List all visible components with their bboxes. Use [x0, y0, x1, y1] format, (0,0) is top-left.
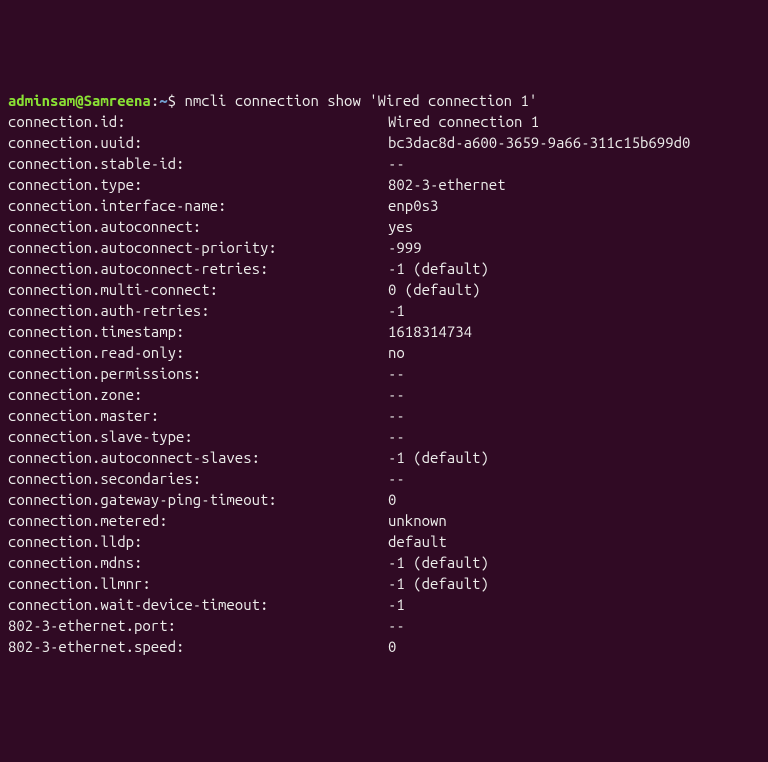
output-key: connection.wait-device-timeout:: [8, 594, 388, 615]
output-row: connection.mdns:-1 (default): [8, 552, 760, 573]
output-value: --: [388, 615, 405, 636]
output-row: connection.secondaries:--: [8, 468, 760, 489]
output-row: connection.timestamp:1618314734: [8, 321, 760, 342]
output-key: connection.secondaries:: [8, 468, 388, 489]
output-key: connection.autoconnect-retries:: [8, 258, 388, 279]
output-key: connection.auth-retries:: [8, 300, 388, 321]
output-key: connection.read-only:: [8, 342, 388, 363]
output-key: connection.timestamp:: [8, 321, 388, 342]
output-key: connection.autoconnect:: [8, 216, 388, 237]
prompt-path: ~: [159, 92, 167, 109]
prompt-dollar: $: [168, 92, 185, 109]
output-key: connection.uuid:: [8, 132, 388, 153]
output-row: connection.gateway-ping-timeout:0: [8, 489, 760, 510]
output-value: --: [388, 468, 405, 489]
output-row: connection.metered:unknown: [8, 510, 760, 531]
output-key: connection.id:: [8, 111, 388, 132]
output-key: connection.permissions:: [8, 363, 388, 384]
output-value: -1 (default): [388, 573, 489, 594]
output-value: default: [388, 531, 447, 552]
output-row: connection.autoconnect-retries:-1 (defau…: [8, 258, 760, 279]
output-value: no: [388, 342, 405, 363]
output-key: connection.gateway-ping-timeout:: [8, 489, 388, 510]
output-row: 802-3-ethernet.speed:0: [8, 636, 760, 657]
output-value: 0: [388, 636, 396, 657]
output-row: connection.interface-name:enp0s3: [8, 195, 760, 216]
output-key: connection.stable-id:: [8, 153, 388, 174]
output-key: connection.type:: [8, 174, 388, 195]
prompt-sep: :: [151, 92, 159, 109]
output-row: connection.id:Wired connection 1: [8, 111, 760, 132]
output-row: connection.wait-device-timeout:-1: [8, 594, 760, 615]
output-value: bc3dac8d-a600-3659-9a66-311c15b699d0: [388, 132, 690, 153]
terminal[interactable]: adminsam@Samreena:~$ nmcli connection sh…: [8, 90, 760, 657]
output-value: -1: [388, 594, 405, 615]
output-row: connection.type:802-3-ethernet: [8, 174, 760, 195]
output-value: 0 (default): [388, 279, 480, 300]
output-value: --: [388, 363, 405, 384]
output-key: connection.metered:: [8, 510, 388, 531]
output-value: yes: [388, 216, 413, 237]
command-text: nmcli connection show 'Wired connection …: [184, 92, 537, 109]
output-row: connection.zone:--: [8, 384, 760, 405]
output-row: connection.autoconnect-priority:-999: [8, 237, 760, 258]
output-value: 802-3-ethernet: [388, 174, 506, 195]
output-row: connection.multi-connect:0 (default): [8, 279, 760, 300]
output-key: connection.master:: [8, 405, 388, 426]
output-row: connection.lldp:default: [8, 531, 760, 552]
output-value: -1 (default): [388, 258, 489, 279]
output-value: 0: [388, 489, 396, 510]
output-row: connection.autoconnect-slaves:-1 (defaul…: [8, 447, 760, 468]
output-row: connection.stable-id:--: [8, 153, 760, 174]
output-value: --: [388, 426, 405, 447]
output-value: -999: [388, 237, 422, 258]
output-key: connection.lldp:: [8, 531, 388, 552]
output-key: connection.multi-connect:: [8, 279, 388, 300]
output-key: connection.autoconnect-priority:: [8, 237, 388, 258]
output-value: --: [388, 384, 405, 405]
prompt-user-host: adminsam@Samreena: [8, 92, 151, 109]
output-row: connection.read-only:no: [8, 342, 760, 363]
output-key: connection.llmnr:: [8, 573, 388, 594]
output-row: connection.permissions:--: [8, 363, 760, 384]
output-value: -1: [388, 300, 405, 321]
output-rows: connection.id:Wired connection 1connecti…: [8, 111, 760, 657]
output-row: connection.llmnr:-1 (default): [8, 573, 760, 594]
output-value: -1 (default): [388, 552, 489, 573]
output-key: connection.interface-name:: [8, 195, 388, 216]
output-key: connection.zone:: [8, 384, 388, 405]
output-value: unknown: [388, 510, 447, 531]
output-key: connection.slave-type:: [8, 426, 388, 447]
output-key: 802-3-ethernet.speed:: [8, 636, 388, 657]
output-key: connection.autoconnect-slaves:: [8, 447, 388, 468]
output-row: 802-3-ethernet.port:--: [8, 615, 760, 636]
output-value: --: [388, 153, 405, 174]
output-row: connection.autoconnect:yes: [8, 216, 760, 237]
output-value: --: [388, 405, 405, 426]
output-row: connection.slave-type:--: [8, 426, 760, 447]
output-row: connection.uuid:bc3dac8d-a600-3659-9a66-…: [8, 132, 760, 153]
output-value: -1 (default): [388, 447, 489, 468]
output-key: 802-3-ethernet.port:: [8, 615, 388, 636]
output-key: connection.mdns:: [8, 552, 388, 573]
output-value: 1618314734: [388, 321, 472, 342]
output-value: Wired connection 1: [388, 111, 539, 132]
output-value: enp0s3: [388, 195, 438, 216]
prompt-line: adminsam@Samreena:~$ nmcli connection sh…: [8, 92, 537, 109]
output-row: connection.master:--: [8, 405, 760, 426]
output-row: connection.auth-retries:-1: [8, 300, 760, 321]
